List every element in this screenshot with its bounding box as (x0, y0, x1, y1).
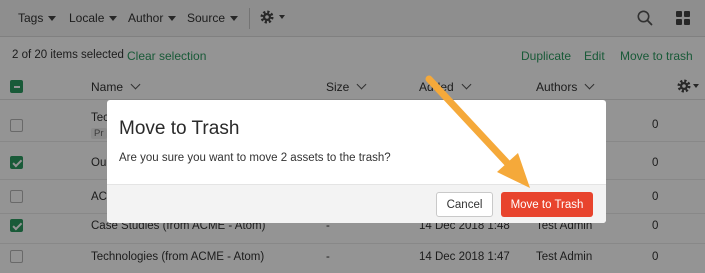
dialog-footer: Cancel Move to Trash (107, 184, 606, 223)
dialog-title: Move to Trash (119, 118, 240, 139)
dialog-message: Are you sure you want to move 2 assets t… (119, 152, 391, 164)
cancel-button[interactable]: Cancel (436, 192, 493, 217)
confirm-move-to-trash-button[interactable]: Move to Trash (501, 192, 593, 217)
move-to-trash-dialog: Move to Trash Are you sure you want to m… (107, 100, 606, 223)
